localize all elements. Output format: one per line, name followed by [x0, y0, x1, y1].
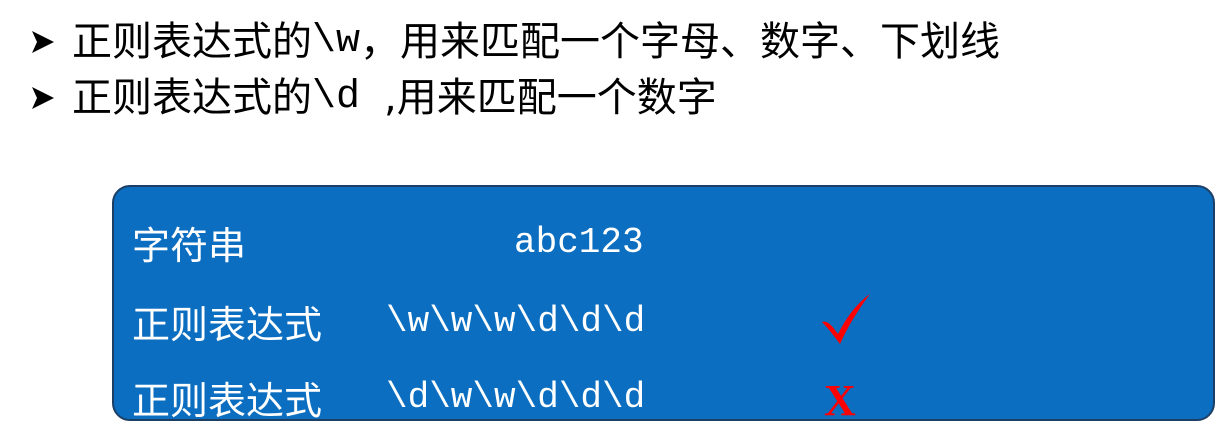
example-panel: 字符串 abc123 正则表达式 \w\w\w\d\d\d 正则表达式 \d\w… — [112, 185, 1215, 425]
row-label: 正则表达式 — [132, 378, 323, 423]
panel-row-regex-nomatch: 正则表达式 — [132, 367, 322, 427]
regex-value: \w\w\w\d\d\d — [386, 300, 646, 342]
string-value: abc123 — [514, 221, 644, 263]
bullet-code: \w — [312, 19, 361, 64]
bullet-code: \d — [312, 75, 385, 120]
bullet-list: 正则表达式的 \w ，用来匹配一个字母、数字、下划线 正则表达式的 \d ,用来匹配一… — [28, 14, 1000, 126]
bullet-item: 正则表达式的 \w ，用来匹配一个字母、数字、下划线 — [28, 14, 1000, 70]
arrow-bullet-icon — [28, 22, 62, 62]
x-mark-icon: X — [824, 375, 856, 425]
panel-row-regex-match: 正则表达式 — [132, 291, 322, 351]
bullet-text-prefix: 正则表达式的 — [72, 75, 312, 121]
checkmark-icon — [822, 294, 870, 344]
regex-value: \d\w\w\d\d\d — [386, 376, 646, 418]
panel-row-string: 字符串 — [132, 212, 246, 272]
row-label: 正则表达式 — [132, 302, 323, 347]
bullet-item: 正则表达式的 \d ,用来匹配一个数字 — [28, 70, 1000, 126]
arrow-bullet-icon — [28, 78, 62, 118]
bullet-text-suffix: ,用来匹配一个数字 — [384, 75, 717, 121]
row-label: 字符串 — [132, 223, 247, 268]
bullet-text-prefix: 正则表达式的 — [72, 19, 312, 65]
bullet-text-suffix: ，用来匹配一个字母、数字、下划线 — [360, 19, 1001, 65]
